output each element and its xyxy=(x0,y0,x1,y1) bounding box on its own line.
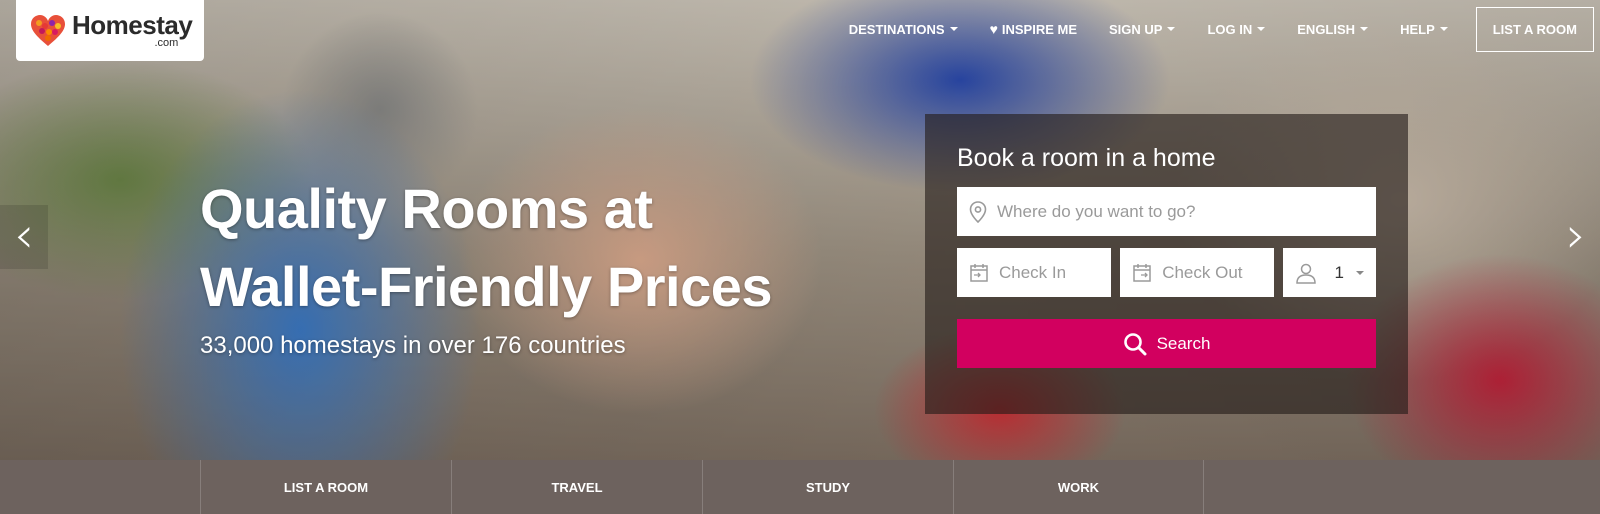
nav-language-label: ENGLISH xyxy=(1297,21,1356,37)
caret-down-icon xyxy=(1439,27,1448,31)
check-out-placeholder: Check Out xyxy=(1162,262,1243,282)
heart-logo-icon xyxy=(31,14,65,46)
list-a-room-button[interactable]: LIST A ROOM xyxy=(1475,6,1594,52)
caret-down-icon xyxy=(1355,270,1364,275)
bottom-study[interactable]: STUDY xyxy=(702,460,953,514)
bottom-work[interactable]: WORK xyxy=(953,460,1204,514)
chevron-right-icon[interactable]: › xyxy=(1552,205,1600,269)
nav-help-label: HELP xyxy=(1400,21,1435,37)
map-pin-icon xyxy=(969,200,987,223)
destination-placeholder: Where do you want to go? xyxy=(997,201,1196,221)
caret-down-icon xyxy=(1167,27,1176,31)
bottom-travel[interactable]: TRAVEL xyxy=(451,460,702,514)
top-navigation: DESTINATIONS ♥ INSPIRE ME SIGN UP LOG IN… xyxy=(833,0,1600,58)
guests-value: 1 xyxy=(1334,262,1344,282)
calendar-checkin-icon xyxy=(970,263,988,282)
booking-panel: Book a room in a home Where do you want … xyxy=(925,114,1408,414)
nav-language[interactable]: ENGLISH xyxy=(1297,21,1369,37)
hero-headline: Quality Rooms at Wallet-Friendly Prices … xyxy=(200,170,773,360)
check-in-placeholder: Check In xyxy=(999,262,1067,282)
chevron-left-icon[interactable]: ‹ xyxy=(0,205,48,269)
nav-inspire-label: INSPIRE ME xyxy=(1001,21,1078,37)
headline-line-2: Wallet-Friendly Prices xyxy=(200,255,773,318)
booking-title: Book a room in a home xyxy=(957,144,1216,172)
hero-subheadline: 33,000 homestays in over 176 countries xyxy=(200,332,626,359)
caret-down-icon xyxy=(1257,27,1266,31)
destination-input[interactable]: Where do you want to go? xyxy=(957,187,1376,236)
nav-destinations[interactable]: DESTINATIONS xyxy=(849,22,958,37)
caret-down-icon xyxy=(949,27,958,31)
search-button[interactable]: Search xyxy=(957,319,1376,368)
bottom-list-a-room[interactable]: LIST A ROOM xyxy=(200,460,451,514)
nav-login-label: LOG IN xyxy=(1207,21,1253,37)
nav-help[interactable]: HELP xyxy=(1400,22,1448,37)
bottom-category-bar: LIST A ROOM TRAVEL STUDY WORK xyxy=(0,460,1600,514)
guests-select[interactable]: 1 xyxy=(1283,248,1376,297)
nav-inspire-me[interactable]: ♥ INSPIRE ME xyxy=(990,21,1077,37)
search-button-label: Search xyxy=(1156,333,1211,353)
nav-signup-label: SIGN UP xyxy=(1109,21,1163,37)
caret-down-icon xyxy=(1360,27,1369,31)
nav-sign-up[interactable]: SIGN UP xyxy=(1109,21,1176,37)
nav-destinations-label: DESTINATIONS xyxy=(848,21,945,37)
homestay-logo[interactable]: Homestay .com xyxy=(16,0,204,61)
search-icon xyxy=(1123,332,1147,355)
person-icon xyxy=(1296,263,1317,284)
logo-name: Homestay xyxy=(72,10,193,40)
check-in-input[interactable]: Check In xyxy=(957,248,1112,297)
heart-icon: ♥ xyxy=(989,21,998,37)
nav-log-in[interactable]: LOG IN xyxy=(1207,21,1266,37)
logo-suffix: .com xyxy=(154,37,179,49)
check-out-input[interactable]: Check Out xyxy=(1120,248,1275,297)
headline-line-1: Quality Rooms at xyxy=(200,177,653,240)
calendar-checkout-icon xyxy=(1133,263,1151,282)
